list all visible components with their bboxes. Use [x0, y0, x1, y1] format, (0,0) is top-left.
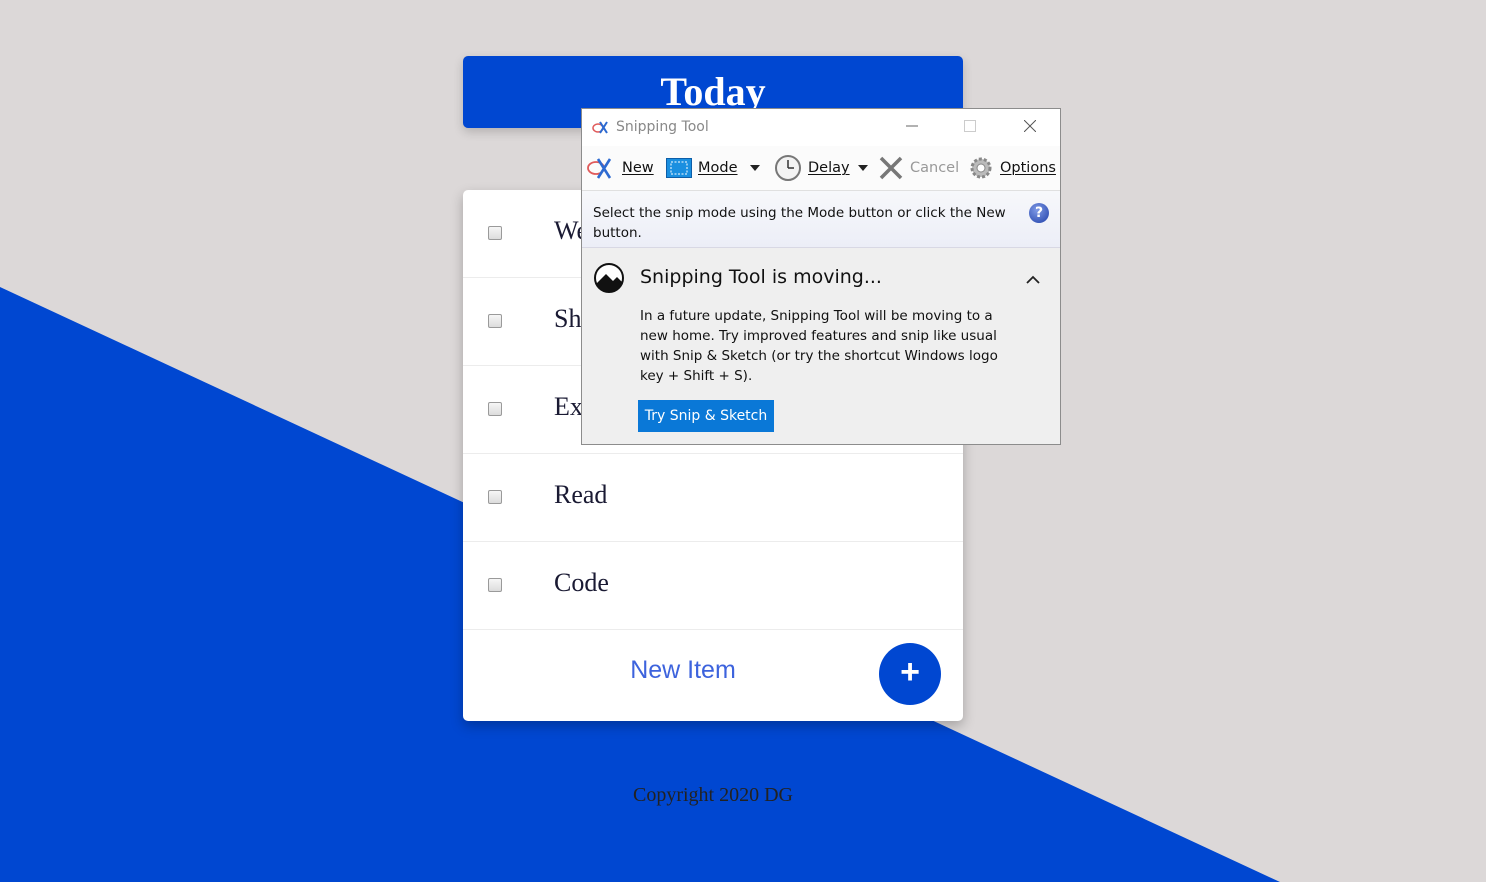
- notice-body: In a future update, Snipping Tool will b…: [640, 308, 998, 384]
- maximize-button[interactable]: [950, 113, 990, 143]
- todo-item: Code: [463, 542, 963, 630]
- new-item-row: New Item +: [463, 630, 963, 717]
- options-button[interactable]: Options: [968, 154, 1056, 182]
- try-snip-sketch-button[interactable]: Try Snip & Sketch: [638, 400, 774, 432]
- options-label: Options: [1000, 160, 1056, 176]
- window-title: Snipping Tool: [616, 119, 709, 135]
- window-titlebar[interactable]: Snipping Tool: [582, 109, 1060, 146]
- delay-button[interactable]: Delay: [774, 154, 850, 182]
- chevron-down-icon: [750, 165, 760, 171]
- delay-dropdown-button[interactable]: [858, 154, 868, 182]
- scissors-icon: [587, 158, 612, 179]
- new-item-input[interactable]: New Item: [463, 656, 903, 685]
- mode-label: Mode: [698, 160, 738, 176]
- todo-label: Code: [554, 568, 609, 597]
- instruction-bar: Select the snip mode using the Mode butt…: [582, 191, 1060, 248]
- gear-icon: [970, 157, 992, 179]
- mode-dropdown-button[interactable]: [750, 154, 760, 182]
- todo-label: Ex: [554, 392, 583, 421]
- mode-rectangle-icon: [666, 158, 692, 178]
- toolbar: New Mode Delay Cancel Options: [582, 146, 1060, 191]
- chevron-up-icon[interactable]: [1026, 272, 1040, 288]
- clock-icon: [775, 155, 801, 181]
- delay-label: Delay: [808, 160, 850, 176]
- todo-label: Read: [554, 480, 608, 509]
- todo-checkbox[interactable]: [488, 314, 502, 328]
- chevron-down-icon: [858, 165, 868, 171]
- minimize-button[interactable]: [892, 113, 932, 143]
- close-button[interactable]: [1010, 113, 1050, 143]
- new-snip-button[interactable]: New: [586, 154, 654, 182]
- moving-notice: Snipping Tool is moving... In a future u…: [582, 248, 1060, 445]
- snip-sketch-icon: [593, 262, 625, 298]
- scissors-icon: [592, 119, 612, 141]
- notice-title: Snipping Tool is moving...: [640, 266, 882, 288]
- mode-button[interactable]: Mode: [666, 154, 738, 182]
- copyright-text: Copyright 2020 DG: [633, 784, 793, 806]
- cancel-button[interactable]: Cancel: [878, 154, 959, 182]
- new-label: New: [622, 160, 654, 176]
- todo-checkbox[interactable]: [488, 402, 502, 416]
- instruction-text: Select the snip mode using the Mode butt…: [593, 205, 1006, 241]
- snipping-tool-window: Snipping Tool New Mode Delay Cancel Opti…: [581, 108, 1061, 445]
- help-icon[interactable]: ?: [1029, 203, 1049, 223]
- cancel-x-icon: [879, 156, 903, 180]
- todo-item: Read: [463, 454, 963, 542]
- todo-checkbox[interactable]: [488, 226, 502, 240]
- cancel-label: Cancel: [910, 160, 960, 176]
- todo-checkbox[interactable]: [488, 578, 502, 592]
- add-item-button[interactable]: +: [879, 643, 941, 705]
- todo-checkbox[interactable]: [488, 490, 502, 504]
